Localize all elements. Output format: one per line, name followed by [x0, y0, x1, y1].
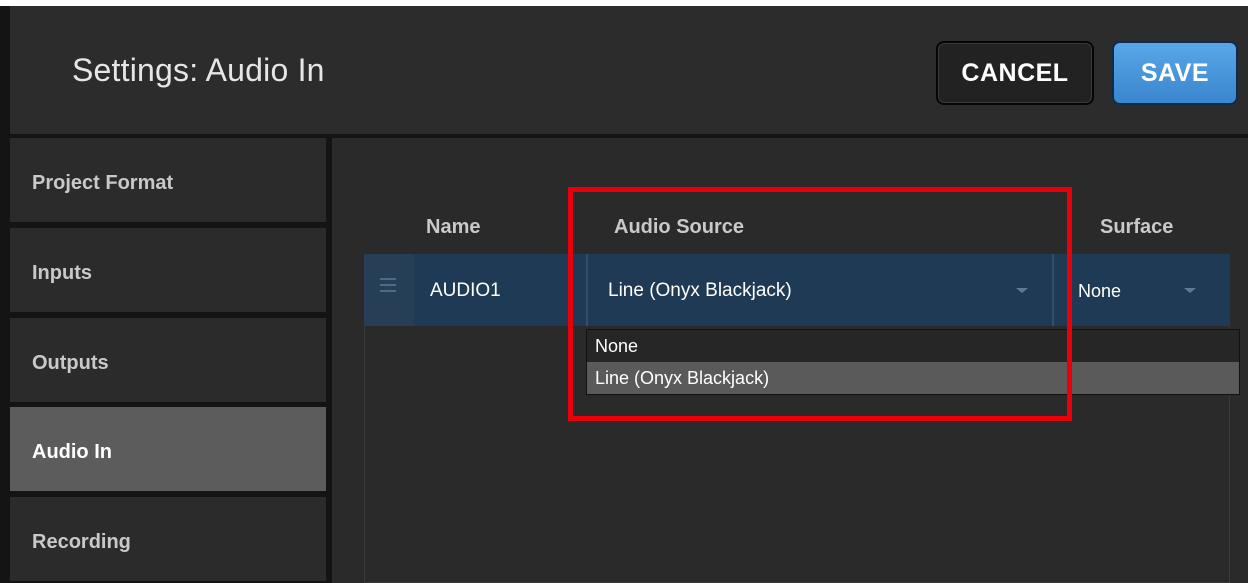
- surface-value: None: [1078, 281, 1122, 301]
- highlight-box: [568, 187, 1072, 421]
- drag-handle[interactable]: [364, 254, 414, 326]
- audio-name-cell[interactable]: AUDIO1: [416, 254, 584, 326]
- header-bar: Settings: Audio In CANCEL SAVE: [10, 6, 1248, 134]
- cancel-button[interactable]: CANCEL: [936, 41, 1094, 105]
- sidebar-item-inputs[interactable]: Inputs: [10, 228, 326, 312]
- sidebar-item-audio-in[interactable]: Audio In: [10, 407, 326, 491]
- column-header-name: Name: [426, 216, 481, 238]
- chevron-down-icon: [1184, 288, 1196, 293]
- surface-select[interactable]: None: [1058, 254, 1230, 326]
- settings-window: Settings: Audio In CANCEL SAVE Project F…: [0, 0, 1256, 583]
- save-button[interactable]: SAVE: [1112, 41, 1238, 105]
- drag-handle-icon: [380, 278, 396, 296]
- sidebar-item-outputs[interactable]: Outputs: [10, 318, 326, 402]
- page-title: Settings: Audio In: [72, 52, 325, 88]
- sidebar-item-recording[interactable]: Recording: [10, 497, 326, 581]
- settings-sidebar: Project Format Inputs Outputs Audio In R…: [10, 138, 328, 583]
- sidebar-item-project-format[interactable]: Project Format: [10, 138, 326, 222]
- column-header-surface: Surface: [1100, 216, 1174, 238]
